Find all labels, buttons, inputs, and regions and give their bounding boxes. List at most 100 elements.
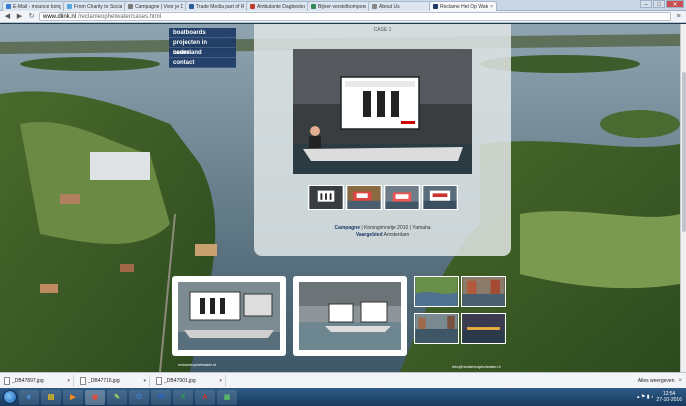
- gallery-thumbnail-lake[interactable]: [414, 276, 459, 307]
- case-info-text-2: Amsterdam: [383, 232, 410, 238]
- reload-icon[interactable]: ↻: [27, 12, 36, 21]
- photo-card-2[interactable]: [293, 276, 407, 356]
- image-file-icon: [4, 376, 10, 385]
- download-filename: _DB47716.jpg: [88, 377, 120, 384]
- paint-icon[interactable]: ✎: [107, 389, 127, 405]
- gallery-thumbnail-canal[interactable]: [461, 276, 506, 307]
- chevron-down-icon[interactable]: ▾: [143, 378, 146, 384]
- browser-toolbar: ◀ ▶ ↻ www.dlink.nl/reclameophetwater/cas…: [0, 11, 686, 23]
- tab-label: Trade Media part of RTL: [196, 3, 245, 10]
- minimize-button[interactable]: –: [640, 0, 652, 8]
- url-path: /reclameophetwater/cases.html: [78, 14, 162, 20]
- browser-tab[interactable]: E-Mail - mounce bongo×: [2, 1, 70, 11]
- case-thumbnails: [308, 185, 458, 210]
- menu-icon[interactable]: ≡: [674, 12, 683, 21]
- ie-icon[interactable]: e: [19, 389, 39, 405]
- outlook-icon[interactable]: O: [129, 389, 149, 405]
- clock[interactable]: 12:54 27-10-2016: [656, 391, 682, 403]
- nav-boatboards[interactable]: boatboards: [169, 28, 236, 38]
- tab-favicon-icon: [6, 4, 11, 9]
- close-window-button[interactable]: ✕: [666, 0, 684, 8]
- case-info-label: Campagne: [334, 225, 361, 231]
- browser-tab[interactable]: Reclame Het Op Water ×: [429, 1, 497, 11]
- image-file-icon: [80, 376, 86, 385]
- download-filename: _DB47897.jpg: [12, 377, 44, 384]
- download-item[interactable]: _DB47897.jpg ▾: [4, 374, 74, 387]
- browser-tab-strip: E-Mail - mounce bongo×From Charity to So…: [0, 0, 686, 11]
- site-credit-right: info@reclameophetwater.nl: [452, 364, 501, 369]
- nav-contact[interactable]: contact: [169, 58, 236, 68]
- download-item[interactable]: _DB47901.jpg ▾: [156, 374, 226, 387]
- tab-favicon-icon: [433, 4, 438, 9]
- browser-tab[interactable]: Ambulante Dagbesteding×: [246, 1, 314, 11]
- chevron-down-icon[interactable]: ▾: [219, 378, 222, 384]
- case-thumbnail[interactable]: [422, 185, 458, 210]
- tab-label: Campagne | Voor je Doe: [135, 3, 183, 10]
- tab-label: E-Mail - mounce bongo: [13, 3, 62, 10]
- case-info-text: | Koningimnetje 2010 | Yamaha: [361, 225, 431, 231]
- download-item[interactable]: _DB47716.jpg ▾: [80, 374, 150, 387]
- tab-favicon-icon: [372, 4, 377, 9]
- case-thumbnail[interactable]: [384, 185, 420, 210]
- chrome-icon[interactable]: ◉: [85, 389, 105, 405]
- download-shelf-actions: Alles weergeven ×: [638, 378, 682, 384]
- tab-close-icon[interactable]: ×: [490, 4, 493, 10]
- close-icon[interactable]: ×: [678, 378, 682, 384]
- browser-tab[interactable]: Bijner-verstelbompoen×: [307, 1, 375, 11]
- url-host: www.dlink.nl: [43, 14, 77, 20]
- case-title: CASE 1: [373, 27, 392, 33]
- word-icon[interactable]: W: [151, 389, 171, 405]
- nav-projecten-in-nederland[interactable]: projecten in nederland: [169, 38, 236, 56]
- tab-favicon-icon: [128, 4, 133, 9]
- case-info-label-2: Vaargebied: [355, 232, 383, 238]
- case-thumbnail[interactable]: [346, 185, 382, 210]
- start-button[interactable]: [3, 390, 17, 404]
- tab-label: Bijner-verstelbompoen: [318, 3, 367, 10]
- image-file-icon: [156, 376, 162, 385]
- tab-favicon-icon: [250, 4, 255, 9]
- tab-favicon-icon: [189, 4, 194, 9]
- windows-taskbar: e ▤ ▶ ◉ ✎ O W X A ▣ ▴ ⚑ ▮ ♪ 12:54 27-10-2016: [0, 388, 686, 406]
- tab-favicon-icon: [67, 4, 72, 9]
- clock-date: 27-10-2016: [656, 397, 682, 403]
- tray-icons[interactable]: ▴ ⚑ ▮ ♪: [637, 394, 653, 400]
- chevron-down-icon[interactable]: ▾: [67, 378, 70, 384]
- show-all-downloads-link[interactable]: Alles weergeven: [638, 378, 675, 384]
- excel-icon[interactable]: X: [173, 389, 193, 405]
- forward-icon[interactable]: ▶: [15, 12, 24, 21]
- site-navigation: boatboards projecten in nederland cases …: [169, 28, 236, 68]
- tab-label: From Charity to Social E: [74, 3, 122, 10]
- tab-label: About Us: [379, 3, 400, 10]
- system-tray: ▴ ⚑ ▮ ♪ 12:54 27-10-2016: [637, 390, 682, 404]
- nav-cases[interactable]: cases: [169, 48, 236, 58]
- pdf-icon[interactable]: A: [195, 389, 215, 405]
- gallery-thumbnail-bridge[interactable]: [461, 313, 506, 344]
- tab-favicon-icon: [311, 4, 316, 9]
- explorer-icon[interactable]: ▤: [41, 389, 61, 405]
- case-thumbnail[interactable]: [308, 185, 344, 210]
- boatboard-photo-1: [178, 282, 280, 350]
- tab-label: Ambulante Dagbesteding: [257, 3, 305, 10]
- case-main-photo[interactable]: [293, 49, 472, 174]
- browser-tab[interactable]: About Us×: [368, 1, 436, 11]
- gallery-thumbnail-city[interactable]: [414, 313, 459, 344]
- download-filename: _DB47901.jpg: [164, 377, 196, 384]
- photos-icon[interactable]: ▣: [217, 389, 237, 405]
- browser-tab[interactable]: Campagne | Voor je Doe×: [124, 1, 192, 11]
- photo-card-1[interactable]: [172, 276, 286, 356]
- media-player-icon[interactable]: ▶: [63, 389, 83, 405]
- web-page: boatboards projecten in nederland cases …: [0, 24, 680, 372]
- site-credit-left: reclameophetwater.nl: [178, 362, 217, 367]
- browser-tab[interactable]: From Charity to Social E×: [63, 1, 131, 11]
- maximize-button[interactable]: □: [653, 0, 665, 8]
- scrollbar-thumb[interactable]: [682, 72, 686, 232]
- page-scrollbar[interactable]: [680, 24, 686, 372]
- browser-tab[interactable]: Trade Media part of RTL×: [185, 1, 253, 11]
- back-icon[interactable]: ◀: [3, 12, 12, 21]
- case-panel: CASE 1 Campagne | Koningimnetje 2010 | Y…: [254, 24, 511, 256]
- boatboard-photo-2: [299, 282, 401, 350]
- window-controls: – □ ✕: [640, 0, 684, 10]
- address-bar[interactable]: www.dlink.nl/reclameophetwater/cases.htm…: [39, 12, 671, 21]
- download-shelf: _DB47897.jpg ▾ _DB47716.jpg ▾ _DB47901.j…: [0, 372, 686, 388]
- case-info: Campagne | Koningimnetje 2010 | Yamaha V…: [254, 225, 511, 239]
